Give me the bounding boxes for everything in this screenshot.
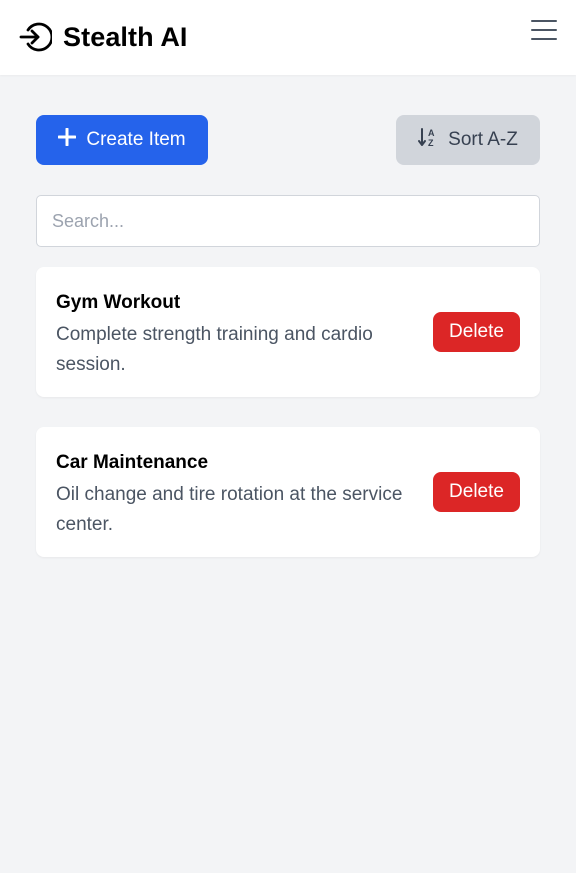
menu-button[interactable] [530,18,558,46]
plus-icon [57,127,77,152]
hamburger-menu-icon [531,19,557,46]
app-title: Stealth AI [63,21,188,52]
item-description: Complete strength training and cardio se… [56,324,373,375]
delete-button[interactable]: Delete [433,312,520,352]
search-input[interactable] [36,195,540,247]
item-description: Oil change and tire rotation at the serv… [56,484,403,535]
app-header: Stealth AI [0,0,576,75]
item-title: Gym Workout [56,292,181,313]
sort-az-button[interactable]: A Z Sort A-Z [396,115,540,165]
sort-alpha-down-icon: A Z [418,127,438,153]
svg-text:Z: Z [428,138,434,147]
list-item: Gym Workout Complete strength training a… [36,267,540,397]
create-item-button[interactable]: Create Item [36,115,208,165]
create-item-label: Create Item [86,129,186,150]
svg-text:A: A [428,128,435,138]
sign-in-arrow-icon [18,20,52,54]
sort-az-label: Sort A-Z [448,129,518,150]
brand[interactable]: Stealth AI [18,17,188,57]
list-item: Car Maintenance Oil change and tire rota… [36,427,540,557]
item-title: Car Maintenance [56,452,209,473]
delete-button[interactable]: Delete [433,472,520,512]
